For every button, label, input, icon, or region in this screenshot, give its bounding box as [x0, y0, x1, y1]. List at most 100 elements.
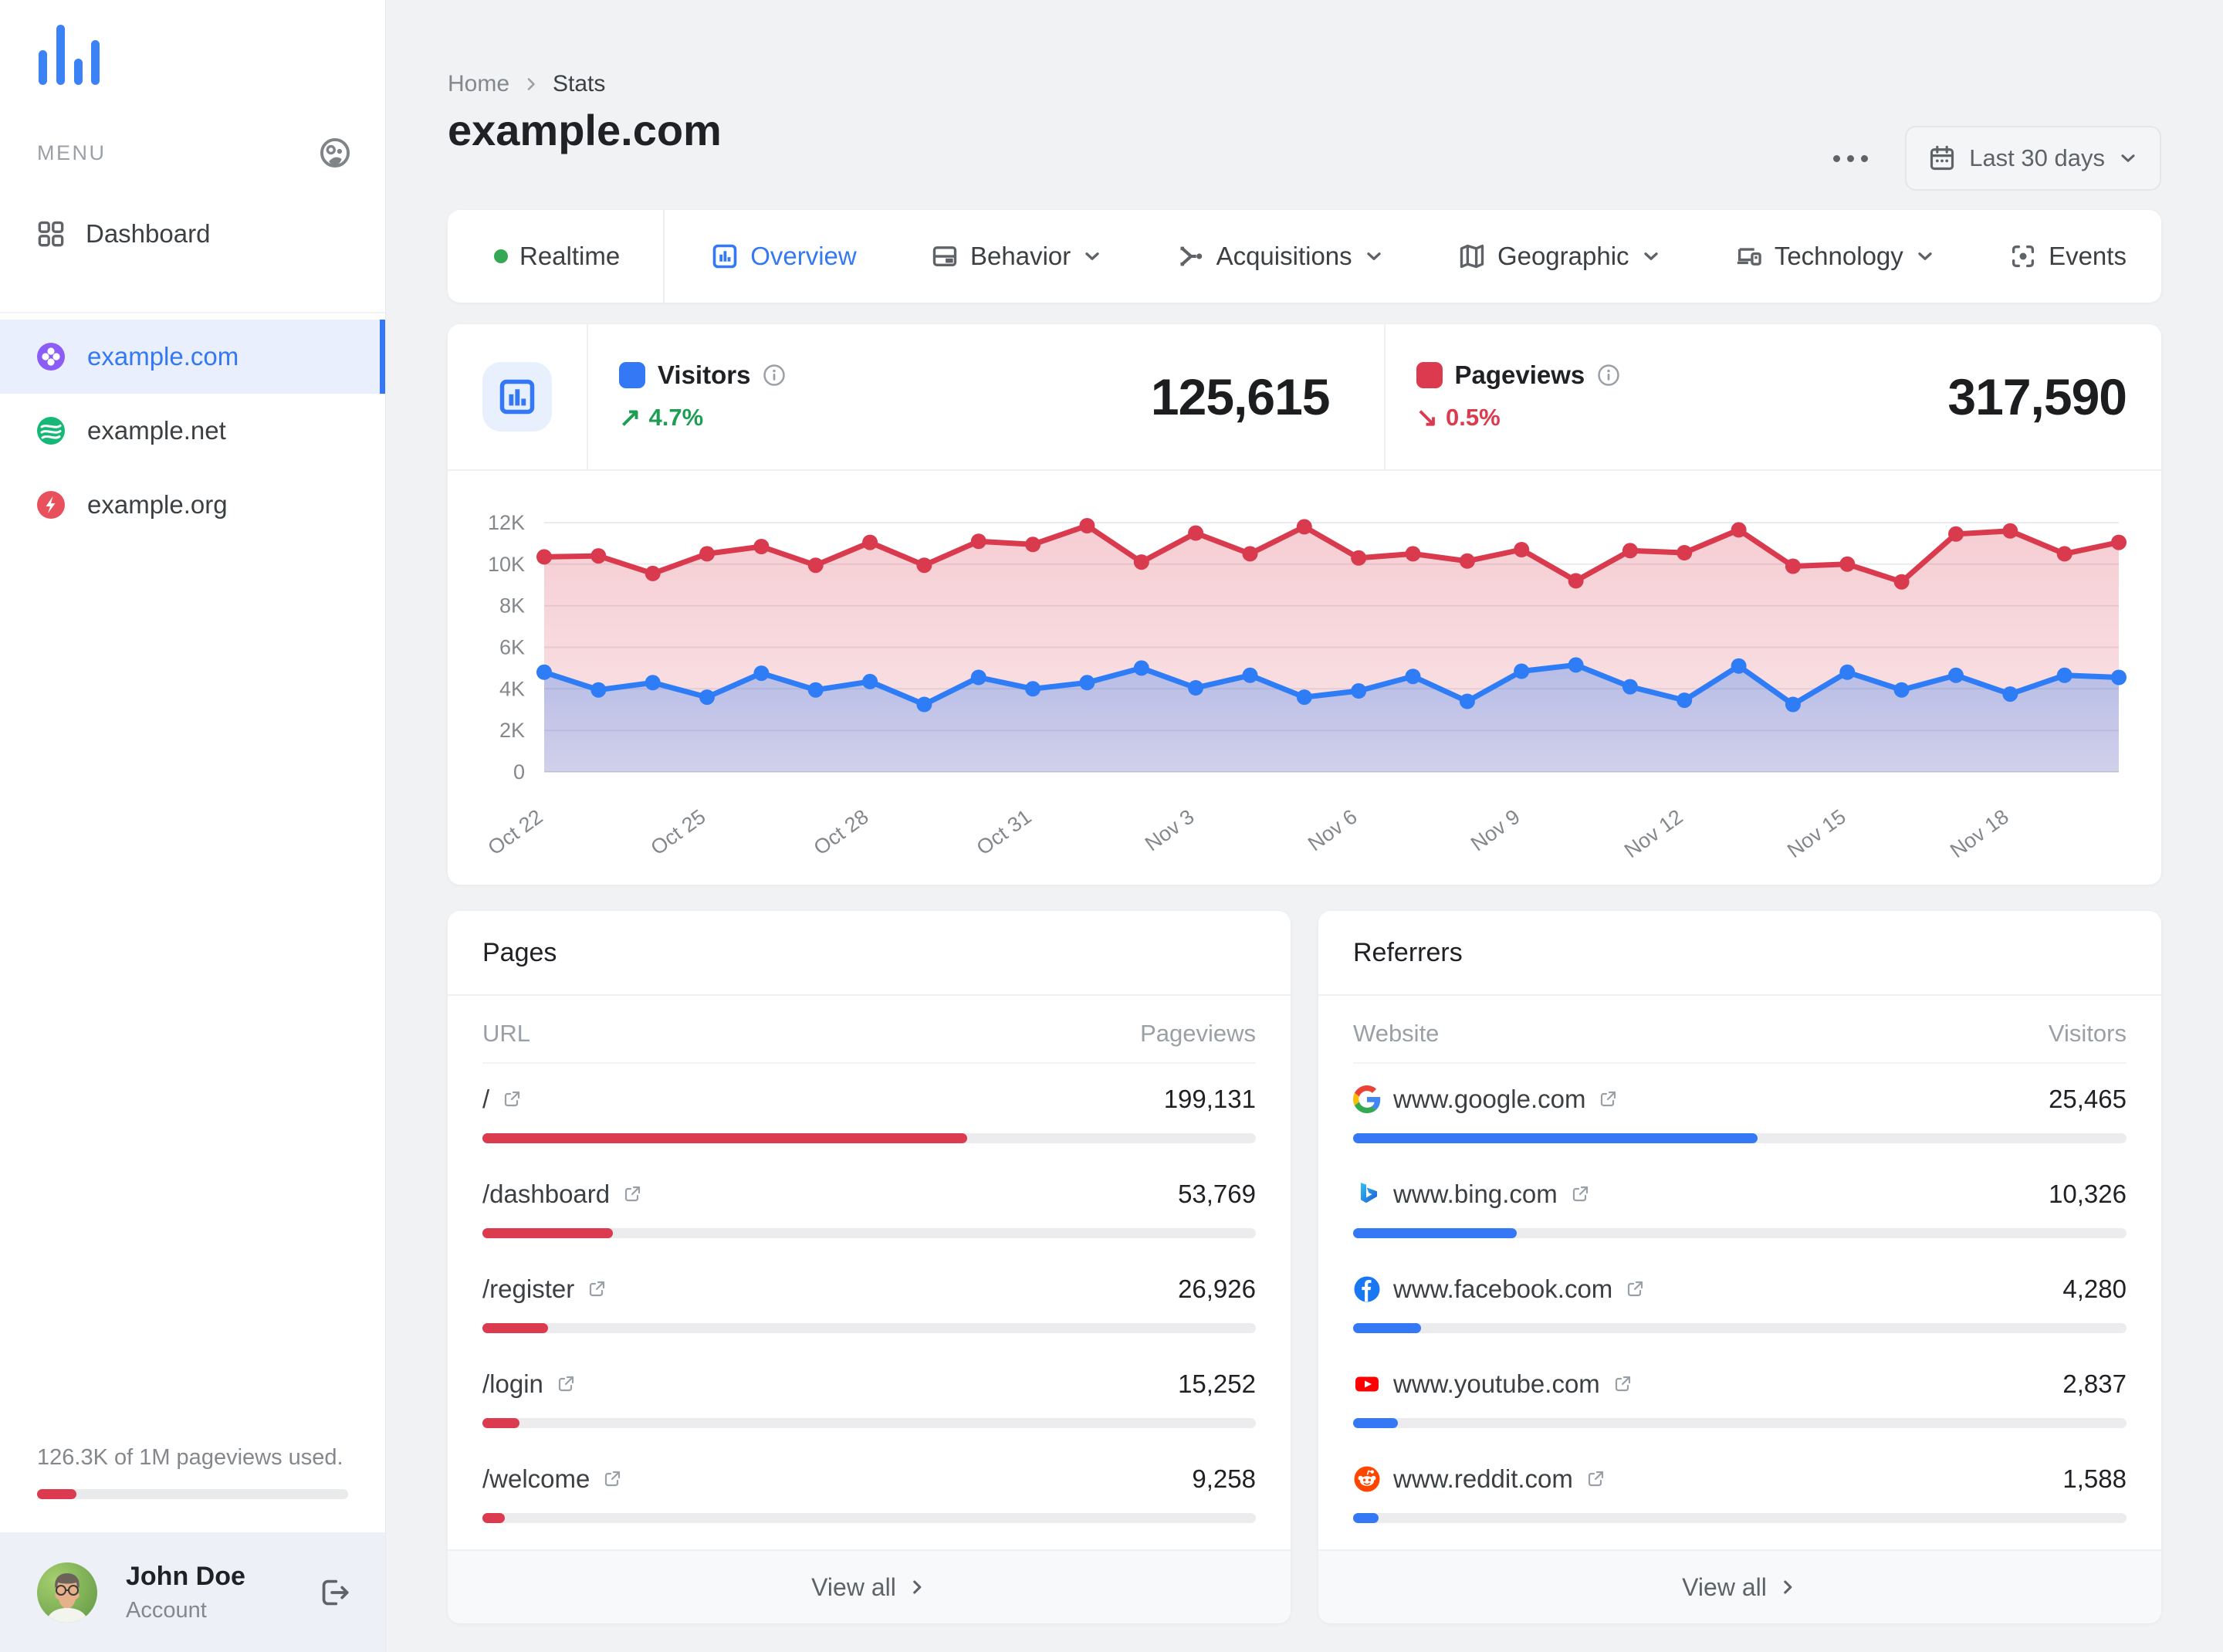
more-options-button[interactable] [1832, 147, 1869, 170]
referrer-site[interactable]: www.google.com [1393, 1085, 1585, 1114]
realtime-dot-icon [494, 249, 508, 263]
referrer-value: 1,588 [2062, 1464, 2127, 1493]
external-link-icon[interactable] [1585, 1469, 1606, 1489]
logout-icon[interactable] [319, 1576, 351, 1609]
app-logo[interactable] [39, 23, 100, 85]
page-url[interactable]: /dashboard [482, 1180, 610, 1209]
usage-meter: 126.3K of 1M pageviews used. [37, 1445, 348, 1499]
account-info: John Doe Account [126, 1562, 245, 1623]
external-link-icon[interactable] [502, 1089, 522, 1109]
page-url[interactable]: /register [482, 1275, 574, 1304]
external-link-icon[interactable] [622, 1184, 642, 1204]
pages-view-all-button[interactable]: View all [448, 1549, 1291, 1623]
view-all-label: View all [811, 1572, 896, 1601]
page-value: 199,131 [1163, 1085, 1256, 1113]
external-link-icon[interactable] [602, 1469, 622, 1489]
tab-label: Acquisitions [1216, 242, 1352, 270]
visitors-bar [1353, 1418, 2127, 1428]
visitors-pageviews-chart[interactable]: 0 2K 4K 6K 8K 10K 12K Oct 22 Oct 25 Oct 28 Oct 31 N… [448, 471, 2161, 883]
calendar-icon [1930, 145, 1954, 171]
external-link-icon[interactable] [556, 1374, 576, 1394]
menu-header: MENU [37, 136, 351, 170]
header-actions: Last 30 days [1832, 126, 2161, 191]
col-website: Website [1353, 1020, 1440, 1047]
table-row: /register 26,926 [482, 1274, 1256, 1333]
chevron-right-icon [913, 1580, 922, 1594]
tab-overview[interactable]: Overview [711, 242, 857, 271]
breadcrumb-home[interactable]: Home [448, 71, 509, 97]
section-tabbar: Realtime Overview Behavior Acquisitions … [448, 210, 2161, 303]
tab-behavior[interactable]: Behavior [931, 242, 1102, 271]
pageviews-bar [482, 1418, 1256, 1428]
table-row: /welcome 9,258 [482, 1464, 1256, 1523]
breadcrumb-chevron-icon [527, 78, 535, 90]
svg-text:Nov 18: Nov 18 [1946, 805, 2013, 863]
table-row: /dashboard 53,769 [482, 1179, 1256, 1238]
sidebar-item-example-com[interactable]: example.com [0, 320, 385, 394]
chevron-down-icon [1085, 252, 1099, 260]
info-icon[interactable] [1597, 364, 1620, 387]
sidebar-item-dashboard[interactable]: Dashboard [0, 201, 385, 267]
pages-table-header: URL Pageviews [482, 1005, 1256, 1064]
svg-text:8K: 8K [499, 594, 525, 618]
sidebar-item-example-org[interactable]: example.org [0, 468, 385, 542]
table-row: www.reddit.com 1,588 [1353, 1464, 2127, 1523]
referrers-view-all-button[interactable]: View all [1318, 1549, 2161, 1623]
account-footer: John Doe Account [0, 1532, 385, 1652]
external-link-icon[interactable] [1612, 1374, 1633, 1394]
visitors-trend: ↗ 4.7% [619, 402, 786, 433]
referrers-rows: www.google.com 25,465 www.bing.com 10,32… [1353, 1064, 2127, 1523]
external-link-icon[interactable] [1570, 1184, 1590, 1204]
tab-events[interactable]: Events [2009, 242, 2127, 271]
svg-text:0: 0 [513, 760, 525, 784]
avatar[interactable] [37, 1562, 97, 1623]
clover-favicon [37, 343, 65, 371]
visitors-value: 125,615 [1150, 368, 1331, 425]
facebook-favicon [1354, 1276, 1380, 1302]
tab-realtime[interactable]: Realtime [494, 242, 620, 271]
page-url[interactable]: / [482, 1085, 489, 1114]
breadcrumb-current: Stats [553, 71, 606, 96]
tab-technology[interactable]: Technology [1735, 242, 1935, 271]
referrer-value: 25,465 [2049, 1085, 2127, 1113]
table-row: /login 15,252 [482, 1369, 1256, 1428]
svg-text:Nov 12: Nov 12 [1620, 805, 1687, 863]
overview-chart-icon [712, 244, 737, 269]
sidebar-item-example-net[interactable]: example.net [0, 394, 385, 468]
page-value: 26,926 [1178, 1275, 1256, 1303]
page-value: 15,252 [1178, 1369, 1256, 1398]
menu-label: MENU [37, 140, 107, 164]
bolt-favicon [37, 491, 65, 519]
page-value: 53,769 [1178, 1180, 1256, 1208]
visitors-bar [1353, 1133, 2127, 1143]
pages-panel: Pages URL Pageviews / 199,131 /dashboard… [448, 911, 1291, 1623]
referrers-table-header: Website Visitors [1353, 1005, 2127, 1064]
tab-acquisitions[interactable]: Acquisitions [1177, 242, 1384, 271]
logo-bars-icon [39, 25, 100, 85]
pageviews-value: 317,590 [1947, 368, 2127, 425]
geographic-map-icon [1460, 244, 1484, 269]
page-url[interactable]: /welcome [482, 1464, 590, 1494]
avatar-image [37, 1562, 97, 1623]
acquisitions-branch-icon [1180, 246, 1202, 266]
stats-chart-tile-icon [499, 379, 535, 415]
external-link-icon[interactable] [587, 1279, 607, 1299]
svg-text:10K: 10K [488, 553, 525, 576]
external-link-icon[interactable] [1625, 1279, 1645, 1299]
date-range-button[interactable]: Last 30 days [1905, 126, 2161, 191]
referrer-site[interactable]: www.bing.com [1393, 1180, 1558, 1209]
table-row: / 199,131 [482, 1084, 1256, 1143]
info-icon[interactable] [763, 364, 786, 387]
external-link-icon[interactable] [1598, 1089, 1618, 1109]
chevron-down-icon [1366, 252, 1381, 260]
referrer-site[interactable]: www.youtube.com [1393, 1369, 1600, 1399]
appearance-icon[interactable] [319, 137, 351, 169]
tab-geographic[interactable]: Geographic [1458, 242, 1661, 271]
page-url[interactable]: /login [482, 1369, 543, 1399]
svg-text:4K: 4K [499, 677, 525, 700]
referrer-value: 10,326 [2049, 1180, 2127, 1208]
tab-label: Events [2049, 242, 2127, 270]
referrer-site[interactable]: www.reddit.com [1393, 1464, 1573, 1494]
pageviews-bar [482, 1323, 1256, 1333]
referrer-site[interactable]: www.facebook.com [1393, 1275, 1612, 1304]
